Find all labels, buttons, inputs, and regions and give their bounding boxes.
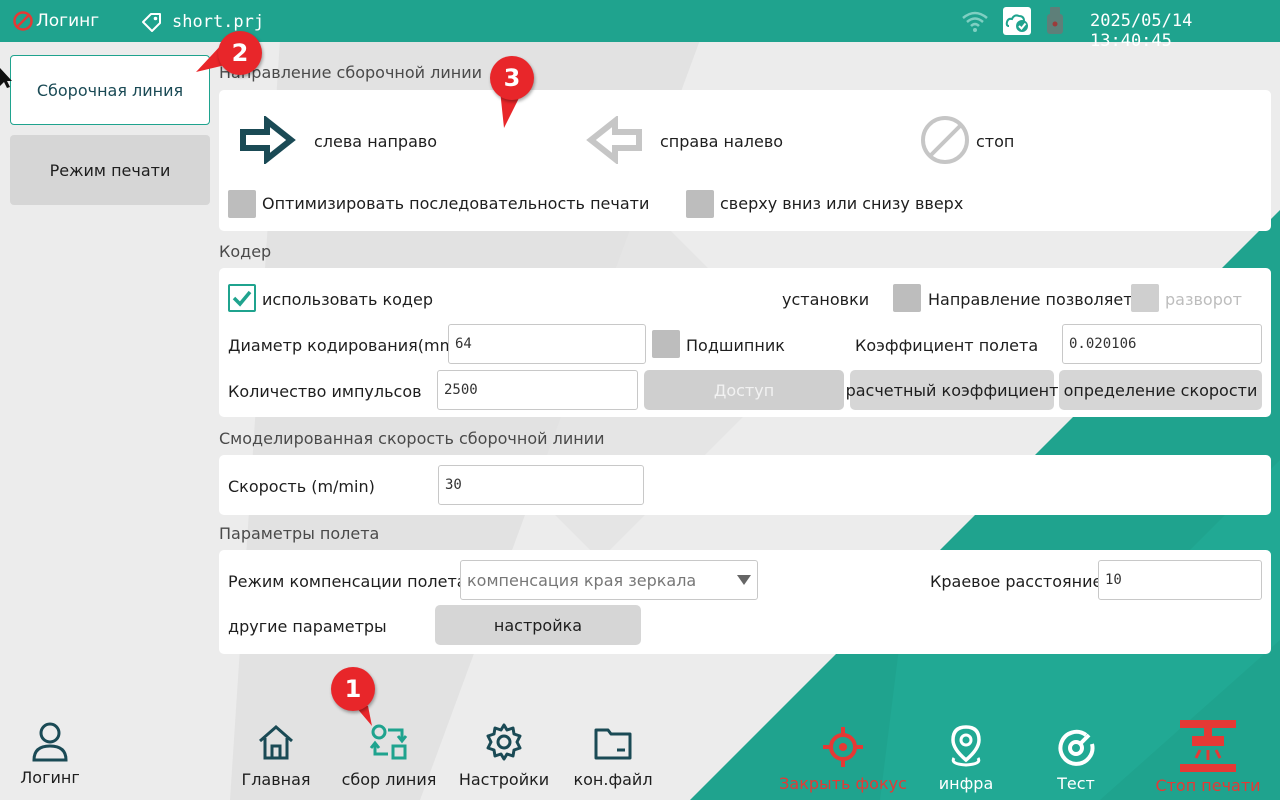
- home-icon: [259, 725, 293, 760]
- annotation-badge-1: 1: [331, 667, 375, 711]
- flight-coef-label: Коэффициент полета: [855, 336, 1039, 355]
- top-bottom-checkbox[interactable]: [686, 190, 714, 218]
- dropdown-arrow-icon: [737, 575, 751, 585]
- left-to-right-option[interactable]: слева направо: [239, 114, 479, 166]
- no-entry-icon: [13, 11, 33, 31]
- simulated-speed-section-title: Смоделированная скорость сборочной линии: [219, 429, 605, 448]
- tag-icon: [142, 13, 161, 32]
- diameter-input[interactable]: 64: [448, 324, 646, 364]
- speed-label: Скорость (m/min): [228, 477, 375, 496]
- simulated-speed-panel: Скорость (m/min) 30: [219, 455, 1271, 515]
- direction-allows-checkbox[interactable]: [893, 284, 921, 312]
- nav-info-label: инфра: [938, 774, 994, 793]
- nav-config-file[interactable]: кон.файл: [568, 718, 658, 798]
- access-button[interactable]: Доступ: [644, 370, 844, 410]
- diameter-label: Диаметр кодирования(mm): [228, 336, 462, 355]
- bearing-checkbox[interactable]: [652, 330, 680, 358]
- project-name: short.prj: [172, 12, 265, 32]
- pulses-input[interactable]: 2500: [437, 370, 638, 410]
- map-pin-icon: [951, 725, 981, 767]
- datetime: 2025/05/14 13:40:45: [1090, 11, 1193, 51]
- nav-close-focus[interactable]: Закрыть фокус: [779, 718, 907, 798]
- cloud-sync-icon[interactable]: [1002, 6, 1032, 36]
- flight-section-title: Параметры полета: [219, 524, 380, 543]
- checkmark-icon: [232, 290, 252, 307]
- annotation-badge-3: 3: [490, 56, 534, 100]
- calc-coefficient-button[interactable]: расчетный коэффициент: [846, 370, 1058, 410]
- top-bar: Логинг short.prj 2025/05/14 13:40:45: [0, 0, 1280, 51]
- top-login-label: Логинг: [36, 11, 100, 31]
- nav-settings[interactable]: Настройки: [458, 718, 550, 798]
- sidebar-item-print-mode[interactable]: Режим печати: [10, 135, 210, 205]
- reverse-label: разворот: [1165, 290, 1242, 309]
- stop-option[interactable]: стоп: [919, 114, 1069, 166]
- nav-config-file-label: кон.файл: [573, 770, 653, 789]
- top-login-button[interactable]: Логинг: [12, 10, 99, 32]
- crosshair-icon: [823, 727, 863, 767]
- setup-button[interactable]: настройка: [435, 605, 641, 645]
- bearing-label: Подшипник: [686, 336, 785, 355]
- use-encoder-label: использовать кодер: [262, 290, 433, 309]
- use-encoder-checkbox[interactable]: [228, 284, 256, 312]
- arrow-left-icon: [586, 116, 642, 164]
- comp-mode-select[interactable]: компенсация края зеркала: [460, 560, 758, 600]
- comp-mode-label: Режим компенсации полета: [228, 572, 467, 591]
- user-icon: [32, 722, 68, 762]
- encoder-section-title: Кодер: [219, 242, 272, 261]
- direction-allows-label: Направление позволяет: [928, 290, 1133, 309]
- usb-icon: [1047, 7, 1063, 34]
- top-bottom-label: сверху вниз или снизу вверх: [720, 194, 964, 213]
- nav-assembly-line[interactable]: сбор линия: [336, 718, 442, 798]
- nav-test-label: Тест: [1057, 774, 1095, 793]
- other-params-label: другие параметры: [228, 617, 387, 636]
- encoder-panel: использовать кодер установки Направление…: [219, 268, 1271, 417]
- direction-section-title: Направление сборочной линии: [219, 63, 483, 82]
- optimize-sequence-label: Оптимизировать последовательность печати: [262, 194, 650, 213]
- speed-input[interactable]: 30: [438, 465, 644, 505]
- nav-home[interactable]: Главная: [240, 718, 312, 798]
- flight-coef-input[interactable]: 0.020106: [1062, 324, 1262, 364]
- nav-login[interactable]: Логинг: [14, 718, 86, 798]
- nav-home-label: Главная: [241, 770, 311, 789]
- nav-stop-print-label: Стоп печати: [1155, 776, 1261, 795]
- nav-close-focus-label: Закрыть фокус: [779, 774, 907, 793]
- gauge-icon: [1058, 729, 1095, 766]
- edge-distance-input[interactable]: 10: [1098, 560, 1262, 600]
- sync-shapes-icon: [369, 724, 408, 760]
- wifi-icon: [962, 11, 988, 32]
- comp-mode-value: компенсация края зеркала: [467, 570, 697, 590]
- sidebar-item-assembly-line[interactable]: Сборочная линия: [10, 55, 210, 125]
- prohibited-icon: [921, 116, 969, 164]
- nav-info[interactable]: инфра: [934, 718, 998, 798]
- gear-icon: [486, 723, 522, 761]
- arrow-right-icon: [240, 116, 296, 164]
- nav-settings-label: Настройки: [458, 770, 550, 789]
- direction-panel: слева направо справа налево стоп Оптимиз…: [219, 90, 1271, 231]
- nav-login-label: Логинг: [20, 768, 80, 787]
- speed-detection-button[interactable]: определение скорости: [1059, 370, 1262, 410]
- folder-icon: [594, 728, 632, 760]
- annotation-badge-2: 2: [218, 31, 262, 75]
- encoder-settings-label: установки: [782, 290, 870, 309]
- optimize-sequence-checkbox[interactable]: [228, 190, 256, 218]
- reverse-checkbox[interactable]: [1131, 284, 1159, 312]
- stop-label: стоп: [976, 132, 1015, 151]
- right-to-left-label: справа налево: [660, 132, 784, 151]
- flight-panel: Режим компенсации полета компенсация кра…: [219, 550, 1271, 654]
- project-indicator[interactable]: short.prj: [140, 10, 264, 34]
- left-to-right-label: слева направо: [314, 132, 438, 151]
- edge-distance-label: Краевое расстояние: [930, 572, 1103, 591]
- print-head-icon: [1180, 720, 1236, 772]
- pulses-label: Количество импульсов: [228, 382, 422, 401]
- right-to-left-option[interactable]: справа налево: [585, 114, 825, 166]
- nav-stop-print[interactable]: Стоп печати: [1148, 718, 1268, 798]
- nav-test[interactable]: Тест: [1046, 718, 1106, 798]
- nav-assembly-line-label: сбор линия: [341, 770, 437, 789]
